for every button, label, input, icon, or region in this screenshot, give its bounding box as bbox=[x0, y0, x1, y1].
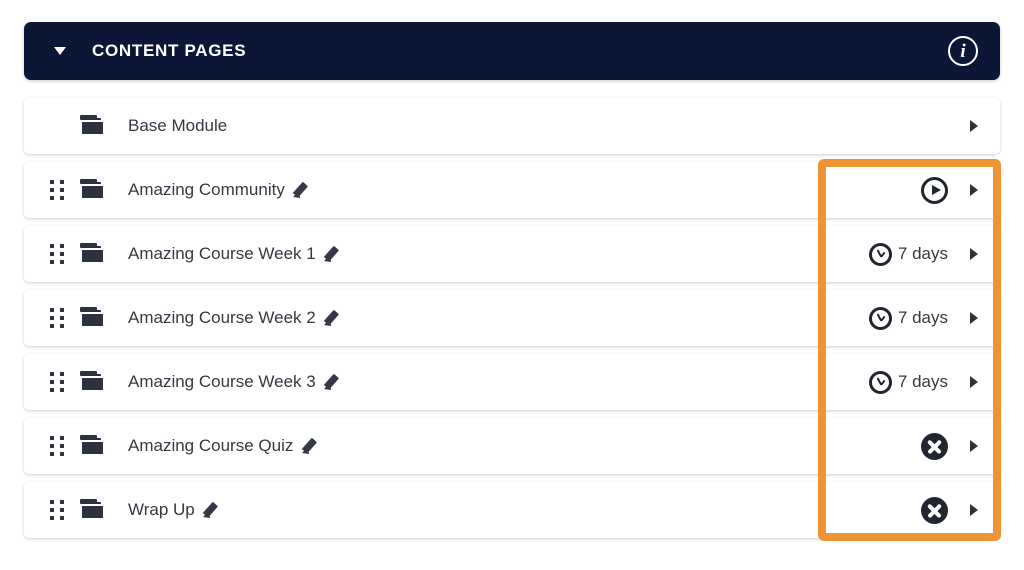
content-page-row[interactable]: Wrap Up bbox=[24, 482, 1000, 538]
clock-icon[interactable] bbox=[868, 306, 892, 330]
folder-icon bbox=[80, 115, 106, 137]
row-label: Amazing Course Quiz bbox=[128, 436, 294, 455]
folder-icon bbox=[80, 499, 106, 521]
edit-pencil-icon[interactable] bbox=[301, 437, 321, 457]
chevron-right-icon[interactable] bbox=[970, 248, 978, 260]
row-status: 7 days bbox=[868, 290, 948, 346]
row-label: Wrap Up bbox=[128, 500, 195, 519]
drag-handle-icon[interactable] bbox=[50, 180, 64, 200]
row-status bbox=[921, 482, 948, 538]
chevron-right-icon[interactable] bbox=[970, 120, 978, 132]
chevron-right-icon[interactable] bbox=[970, 184, 978, 196]
drag-handle-icon[interactable] bbox=[50, 244, 64, 264]
drag-handle-icon[interactable] bbox=[50, 372, 64, 392]
content-page-row[interactable]: Amazing Community bbox=[24, 162, 1000, 218]
content-page-row[interactable]: Amazing Course Quiz bbox=[24, 418, 1000, 474]
edit-pencil-icon[interactable] bbox=[293, 181, 313, 201]
status-badge: 7 days bbox=[897, 244, 948, 263]
edit-pencil-icon[interactable] bbox=[203, 501, 223, 521]
clock-icon[interactable] bbox=[868, 242, 892, 266]
edit-pencil-icon[interactable] bbox=[324, 373, 344, 393]
drag-handle-icon[interactable] bbox=[50, 436, 64, 456]
drag-handle-icon[interactable] bbox=[50, 500, 64, 520]
folder-icon bbox=[80, 371, 106, 393]
row-status: 7 days bbox=[868, 226, 948, 282]
page-title: CONTENT PAGES bbox=[92, 41, 247, 60]
close-circle-icon[interactable] bbox=[921, 496, 948, 524]
row-label: Amazing Course Week 1 bbox=[128, 244, 316, 263]
content-page-row[interactable]: Base Module bbox=[24, 98, 1000, 154]
folder-icon bbox=[80, 307, 106, 329]
play-circle-icon[interactable] bbox=[921, 176, 948, 204]
drag-handle-icon[interactable] bbox=[50, 308, 64, 328]
folder-icon bbox=[80, 435, 106, 457]
content-pages-header[interactable]: CONTENT PAGES i bbox=[24, 22, 1000, 80]
close-circle-icon[interactable] bbox=[921, 432, 948, 460]
edit-pencil-icon[interactable] bbox=[324, 309, 344, 329]
folder-icon bbox=[80, 179, 106, 201]
content-pages-list: Base Module Amazing Community Amazing Cour… bbox=[24, 98, 1000, 546]
clock-icon[interactable] bbox=[868, 370, 892, 394]
chevron-right-icon[interactable] bbox=[970, 376, 978, 388]
caret-down-icon[interactable] bbox=[54, 47, 66, 55]
status-badge: 7 days bbox=[897, 308, 948, 327]
row-status: 7 days bbox=[868, 354, 948, 410]
row-label: Amazing Community bbox=[128, 180, 285, 199]
row-label: Base Module bbox=[128, 116, 228, 135]
edit-pencil-icon[interactable] bbox=[324, 245, 344, 265]
content-page-row[interactable]: Amazing Course Week 1 7 days bbox=[24, 226, 1000, 282]
status-badge: 7 days bbox=[897, 372, 948, 391]
folder-icon bbox=[80, 243, 106, 265]
content-page-row[interactable]: Amazing Course Week 3 7 days bbox=[24, 354, 1000, 410]
row-status bbox=[921, 162, 948, 218]
content-page-row[interactable]: Amazing Course Week 2 7 days bbox=[24, 290, 1000, 346]
chevron-right-icon[interactable] bbox=[970, 440, 978, 452]
row-label: Amazing Course Week 2 bbox=[128, 308, 316, 327]
content-pages-panel: CONTENT PAGES i Base Module Amazing Commu… bbox=[0, 0, 1024, 570]
chevron-right-icon[interactable] bbox=[970, 312, 978, 324]
row-label: Amazing Course Week 3 bbox=[128, 372, 316, 391]
row-status bbox=[921, 418, 948, 474]
chevron-right-icon[interactable] bbox=[970, 504, 978, 516]
info-circle-icon[interactable]: i bbox=[948, 36, 978, 66]
